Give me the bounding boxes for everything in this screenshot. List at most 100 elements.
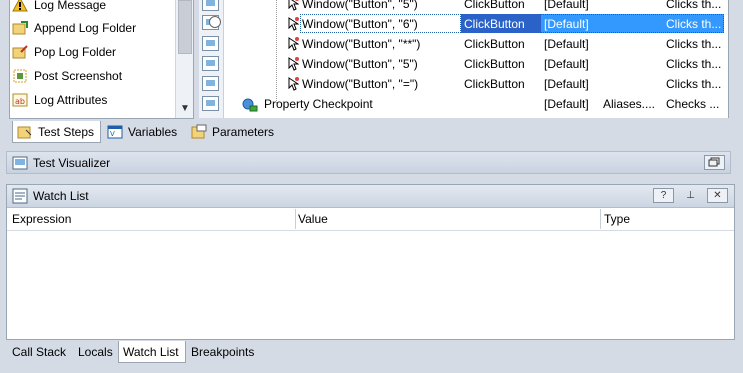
step-value: [Default]	[544, 97, 589, 111]
watch-list-body[interactable]	[7, 231, 734, 339]
operation-pop-log-folder[interactable]: Pop Log Folder	[12, 42, 116, 62]
post-screenshot-icon	[12, 68, 28, 84]
scroll-down-icon[interactable]: ▼	[180, 103, 190, 114]
click-cursor-icon	[288, 37, 299, 51]
step-item: Window("Button", "**")	[302, 37, 421, 51]
watch-list-header: Watch List ? ⊥ ✕	[7, 185, 734, 208]
tab-parameters[interactable]: Parameters	[187, 121, 280, 143]
debug-tab-strip: Call Stack Locals Watch List Breakpoints	[6, 341, 743, 365]
test-step-row[interactable]: Window("Button", "=") ClickButton [Defau…	[224, 74, 728, 94]
panel-title: Test Visualizer	[33, 156, 111, 170]
watch-list-panel: Watch List ? ⊥ ✕ Expression Value Type	[6, 184, 735, 340]
tab-label: Variables	[128, 125, 178, 139]
step-value: [Default]	[544, 17, 589, 31]
step-description: Clicks th...	[666, 0, 722, 11]
test-step-row[interactable]: Window("Button", "5") ClickButton [Defau…	[224, 54, 728, 74]
tab-label: Breakpoints	[191, 345, 255, 359]
operation-label: Append Log Folder	[34, 21, 137, 35]
step-item: Window("Button", "5")	[302, 57, 418, 71]
step-description: Clicks th...	[666, 57, 722, 71]
operations-list: Log Message Append Log Folder Pop Log Fo…	[9, 0, 194, 119]
test-step-row[interactable]: Property Checkpoint [Default] Aliases...…	[224, 94, 728, 114]
column-divider[interactable]	[600, 209, 601, 229]
panel-title: Watch List	[33, 189, 89, 203]
tab-watch-list[interactable]: Watch List	[118, 341, 186, 363]
tab-label: Parameters	[212, 125, 275, 139]
click-cursor-icon	[288, 77, 299, 91]
column-header-type[interactable]: Type	[604, 212, 630, 226]
watch-list-icon	[12, 188, 28, 204]
step-operation: ClickButton	[464, 77, 525, 91]
tab-label: Test Steps	[38, 124, 95, 139]
step-operation: ClickButton	[464, 37, 525, 51]
operation-log-attributes[interactable]: ab Log Attributes	[12, 90, 107, 110]
log-attributes-icon: ab	[12, 92, 28, 108]
tab-variables[interactable]: V Variables	[103, 121, 183, 143]
tab-label: Locals	[78, 345, 113, 359]
step-extra: Aliases....	[603, 97, 656, 111]
close-button[interactable]: ✕	[707, 188, 728, 203]
step-marker-icon	[202, 36, 219, 51]
test-step-row[interactable]: Window("Button", "**") ClickButton [Defa…	[224, 34, 728, 54]
test-step-row[interactable]: Window("Button", "5") ClickButton [Defau…	[224, 0, 728, 14]
operation-label: Post Screenshot	[34, 69, 123, 83]
step-value: [Default]	[544, 77, 589, 91]
step-value: [Default]	[544, 57, 589, 71]
editor-tab-strip: Test Steps V Variables Parameters	[9, 121, 743, 145]
click-cursor-icon	[288, 57, 299, 71]
step-item: Window("Button", "6")	[302, 17, 418, 31]
svg-text:V: V	[110, 130, 115, 138]
operation-log-message[interactable]: Log Message	[12, 0, 106, 15]
svg-text:ab: ab	[15, 97, 25, 106]
help-button[interactable]: ?	[653, 188, 674, 203]
tab-label: Call Stack	[12, 345, 67, 359]
pin-button[interactable]: ⊥	[680, 188, 701, 203]
step-description: Clicks th...	[666, 37, 722, 51]
step-description: Clicks th...	[666, 17, 722, 31]
scrollbar-thumb[interactable]	[178, 0, 192, 54]
variables-icon: V	[107, 124, 123, 140]
step-operation: ClickButton	[464, 0, 525, 11]
pop-log-folder-icon	[12, 44, 28, 60]
log-message-icon	[12, 0, 28, 13]
step-item: Property Checkpoint	[264, 97, 373, 111]
test-visualizer-icon	[12, 155, 28, 171]
step-marker-icon	[202, 56, 219, 71]
operation-label: Pop Log Folder	[34, 45, 117, 59]
step-operation: ClickButton	[464, 17, 525, 31]
parameters-icon	[191, 124, 207, 140]
property-checkpoint-icon	[242, 98, 258, 112]
step-marker-icon	[202, 76, 219, 91]
operation-post-screenshot[interactable]: Post Screenshot	[12, 66, 122, 86]
column-divider[interactable]	[295, 209, 296, 229]
step-value: [Default]	[544, 37, 589, 51]
watch-list-columns: Expression Value Type	[7, 208, 734, 231]
test-steps-icon	[17, 124, 33, 140]
test-visualizer-panel[interactable]: Test Visualizer	[6, 151, 731, 174]
operation-label: Log Attributes	[34, 93, 108, 107]
column-header-value[interactable]: Value	[298, 212, 328, 226]
steps-gutter	[199, 0, 224, 118]
step-description: Checks ...	[666, 97, 720, 111]
step-value: [Default]	[544, 0, 589, 11]
current-step-indicator-icon	[209, 16, 221, 28]
step-operation: ClickButton	[464, 57, 525, 71]
test-step-row[interactable]: Window("Button", "6") ClickButton [Defau…	[224, 14, 728, 34]
click-cursor-icon	[288, 17, 299, 31]
column-header-expression[interactable]: Expression	[12, 212, 71, 226]
tab-breakpoints[interactable]: Breakpoints	[187, 341, 260, 363]
step-marker-icon	[202, 0, 219, 11]
operation-append-log-folder[interactable]: Append Log Folder	[12, 18, 136, 38]
tab-label: Watch List	[123, 344, 179, 359]
operations-scrollbar[interactable]: ▼	[175, 0, 193, 118]
step-marker-icon	[202, 96, 219, 111]
step-description: Clicks th...	[666, 77, 722, 91]
tab-locals[interactable]: Locals	[73, 341, 119, 363]
append-log-folder-icon	[12, 20, 28, 36]
restore-panel-button[interactable]	[704, 155, 725, 170]
tab-test-steps[interactable]: Test Steps	[12, 121, 102, 143]
click-cursor-icon	[288, 0, 299, 11]
step-item: Window("Button", "5")	[302, 0, 418, 11]
step-item: Window("Button", "=")	[302, 77, 419, 91]
tab-call-stack[interactable]: Call Stack	[6, 341, 72, 363]
